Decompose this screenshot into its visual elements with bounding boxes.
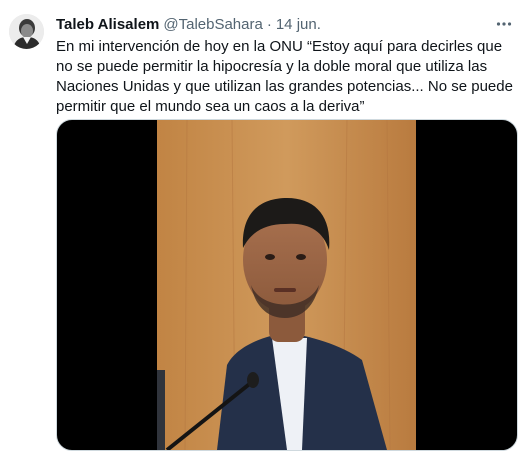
- user-display-name[interactable]: Taleb Alisalem: [56, 15, 159, 35]
- user-handle[interactable]: @TalebSahara: [163, 15, 262, 35]
- avatar[interactable]: [9, 14, 44, 49]
- tweet-article[interactable]: Taleb Alisalem @TalebSahara · 14 jun. En…: [0, 0, 529, 451]
- more-options-button[interactable]: [493, 13, 515, 35]
- avatar-image: [9, 14, 44, 49]
- video-player[interactable]: [56, 119, 518, 451]
- video-frame: [157, 120, 416, 450]
- video-thumbnail: [157, 120, 416, 450]
- separator-dot: ·: [266, 16, 272, 33]
- tweet-header: Taleb Alisalem @TalebSahara · 14 jun.: [56, 15, 489, 35]
- more-horizontal-icon: [496, 22, 512, 26]
- tweet-date[interactable]: 14 jun.: [276, 15, 321, 35]
- tweet-text: En mi intervención de hoy en la ONU “Est…: [56, 38, 518, 115]
